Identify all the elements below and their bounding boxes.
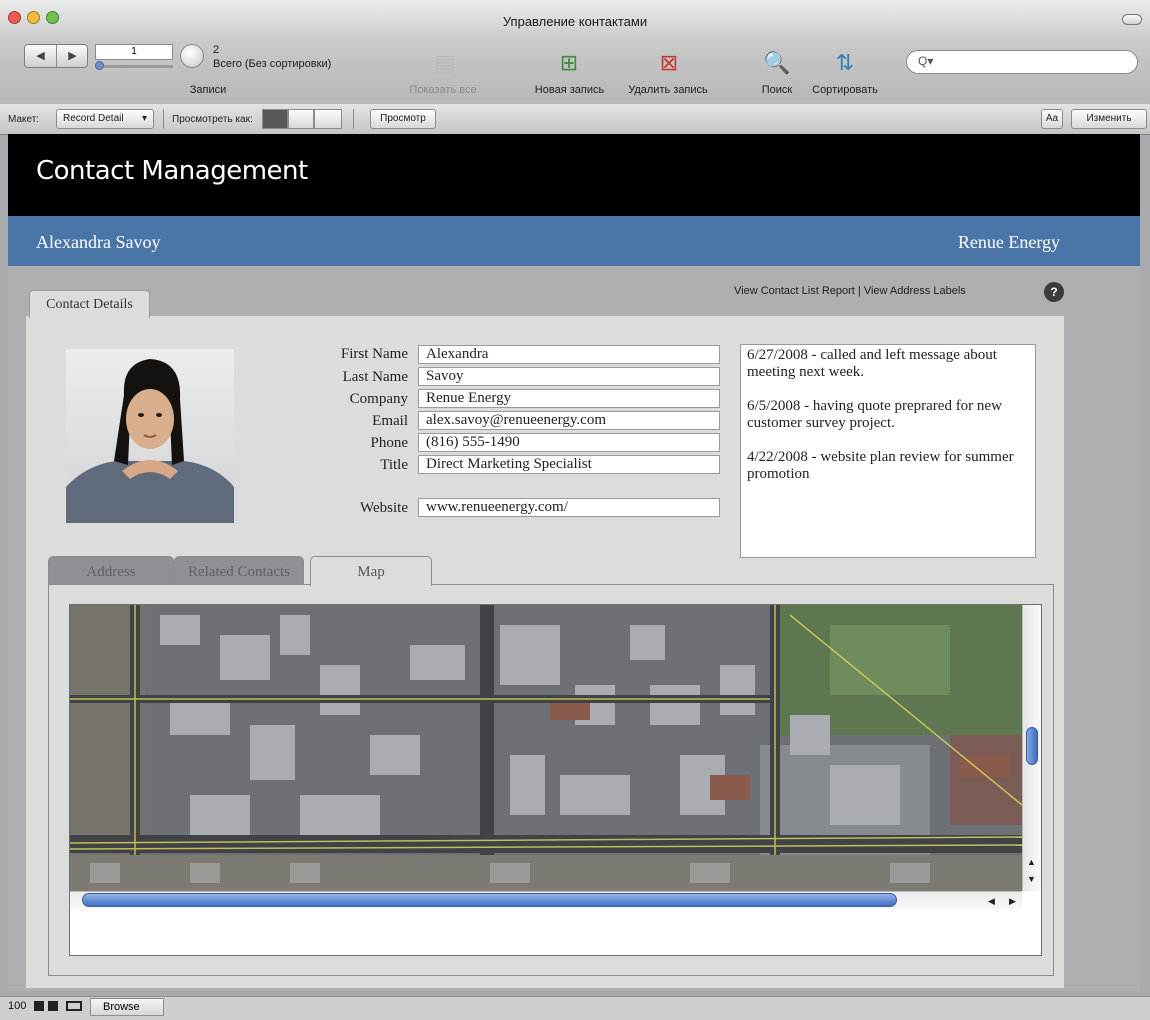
first-name-field[interactable]: Alexandra [418,345,720,364]
zoom-out-icon[interactable] [34,1001,44,1011]
note-entry: 6/5/2008 - having quote preprared for ne… [747,398,1002,431]
record-slider-thumb[interactable] [95,61,104,70]
record-navigator: ◀ ▶ [24,44,88,68]
view-as-list-button[interactable] [288,109,314,129]
status-footer [0,996,1150,1020]
website-field[interactable]: www.renueenergy.com/ [418,498,720,517]
divider [353,109,354,129]
total-records-label: Всего (Без сортировки) [213,58,332,70]
new-record-icon: ⊞ [559,50,579,75]
view-as-form-button[interactable] [262,109,288,129]
note-entry: 4/22/2008 - website plan review for summ… [747,449,1014,482]
company-field[interactable]: Renue Energy [418,389,720,408]
map-vertical-scroll-thumb[interactable] [1026,727,1038,765]
layout-label: Макет: [8,114,40,125]
company-name: Renue Energy [957,232,1060,252]
title-field[interactable]: Direct Marketing Specialist [418,455,720,474]
satellite-map[interactable] [70,605,1022,891]
previous-record-button[interactable]: ◀ [25,45,57,67]
company-label: Company [349,391,408,407]
toggle-status-toolbar-icon[interactable] [66,1001,82,1011]
show-all-button[interactable]: Показать все [398,84,488,96]
last-name-label: Last Name [342,369,408,385]
view-address-labels-link[interactable]: View Address Labels [864,285,966,297]
quick-find-input[interactable] [906,50,1138,74]
website-label: Website [360,500,408,516]
link-separator: | [857,285,861,297]
sort-button[interactable]: Сортировать [805,84,885,96]
delete-record-button[interactable]: Удалить запись [616,84,720,96]
next-record-button[interactable]: ▶ [57,45,88,67]
divider [163,109,164,129]
contact-photo [66,349,234,523]
total-record-count: 2 [213,44,220,56]
notes-field[interactable]: 6/27/2008 - called and left message abou… [740,344,1036,558]
scroll-right-arrow-icon[interactable]: ▶ [1009,896,1016,907]
map-horizontal-scroll-thumb[interactable] [82,893,897,907]
phone-label: Phone [370,435,409,451]
help-icon[interactable]: ? [1044,282,1064,302]
records-label: Записи [189,84,227,96]
toolbar-toggle-button[interactable] [1122,14,1142,25]
last-name-field[interactable]: Savoy [418,367,720,386]
report-links: View Contact List Report | View Address … [734,285,966,297]
view-contact-list-report-link[interactable]: View Contact List Report [734,285,855,297]
tab-contact-details[interactable]: Contact Details [29,290,150,318]
app-title: Contact Management [36,156,308,186]
tab-related-contacts[interactable]: Related Contacts [174,556,304,586]
view-as-label: Просмотреть как: [172,114,253,125]
record-status-indicator [180,44,204,68]
preview-button[interactable]: Просмотр [370,109,436,129]
layout-select[interactable]: Record Detail ▾ [56,109,154,129]
new-record-button[interactable]: Новая запись [522,84,617,96]
delete-record-icon: ⊠ [659,50,679,75]
mode-popup[interactable]: Browse [90,998,164,1016]
search-icon: Q▾ [918,54,934,68]
record-slider-track[interactable] [95,65,173,68]
record-number-field[interactable]: 1 [95,44,173,60]
view-as-table-button[interactable] [314,109,342,129]
sort-icon: ⇅ [835,50,855,75]
email-field[interactable]: alex.savoy@renueenergy.com [418,411,720,430]
note-entry: 6/27/2008 - called and left message abou… [747,347,997,380]
chevron-down-icon: ▾ [141,113,147,124]
scroll-down-arrow-icon[interactable]: ▼ [1027,874,1036,884]
scroll-up-arrow-icon[interactable]: ▲ [1027,857,1036,867]
zoom-in-icon[interactable] [48,1001,58,1011]
find-icon: 🔍 [763,50,791,75]
first-name-label: First Name [340,346,408,362]
tab-map[interactable]: Map [310,556,432,586]
email-label: Email [372,413,408,429]
phone-field[interactable]: (816) 555-1490 [418,433,720,452]
title-label: Title [380,457,408,473]
zoom-level[interactable]: 100 [8,1000,26,1012]
tab-address[interactable]: Address [48,556,174,586]
contact-name: Alexandra Savoy [36,232,161,252]
show-all-icon: ▤ [434,50,456,75]
window-title: Управление контактами [502,14,648,29]
edit-layout-button[interactable]: Изменить [1071,109,1147,129]
layout-select-value: Record Detail [63,113,124,124]
scroll-left-arrow-icon[interactable]: ◀ [988,896,995,907]
find-button[interactable]: Поиск [752,84,802,96]
text-format-button[interactable]: Aa [1041,109,1063,129]
